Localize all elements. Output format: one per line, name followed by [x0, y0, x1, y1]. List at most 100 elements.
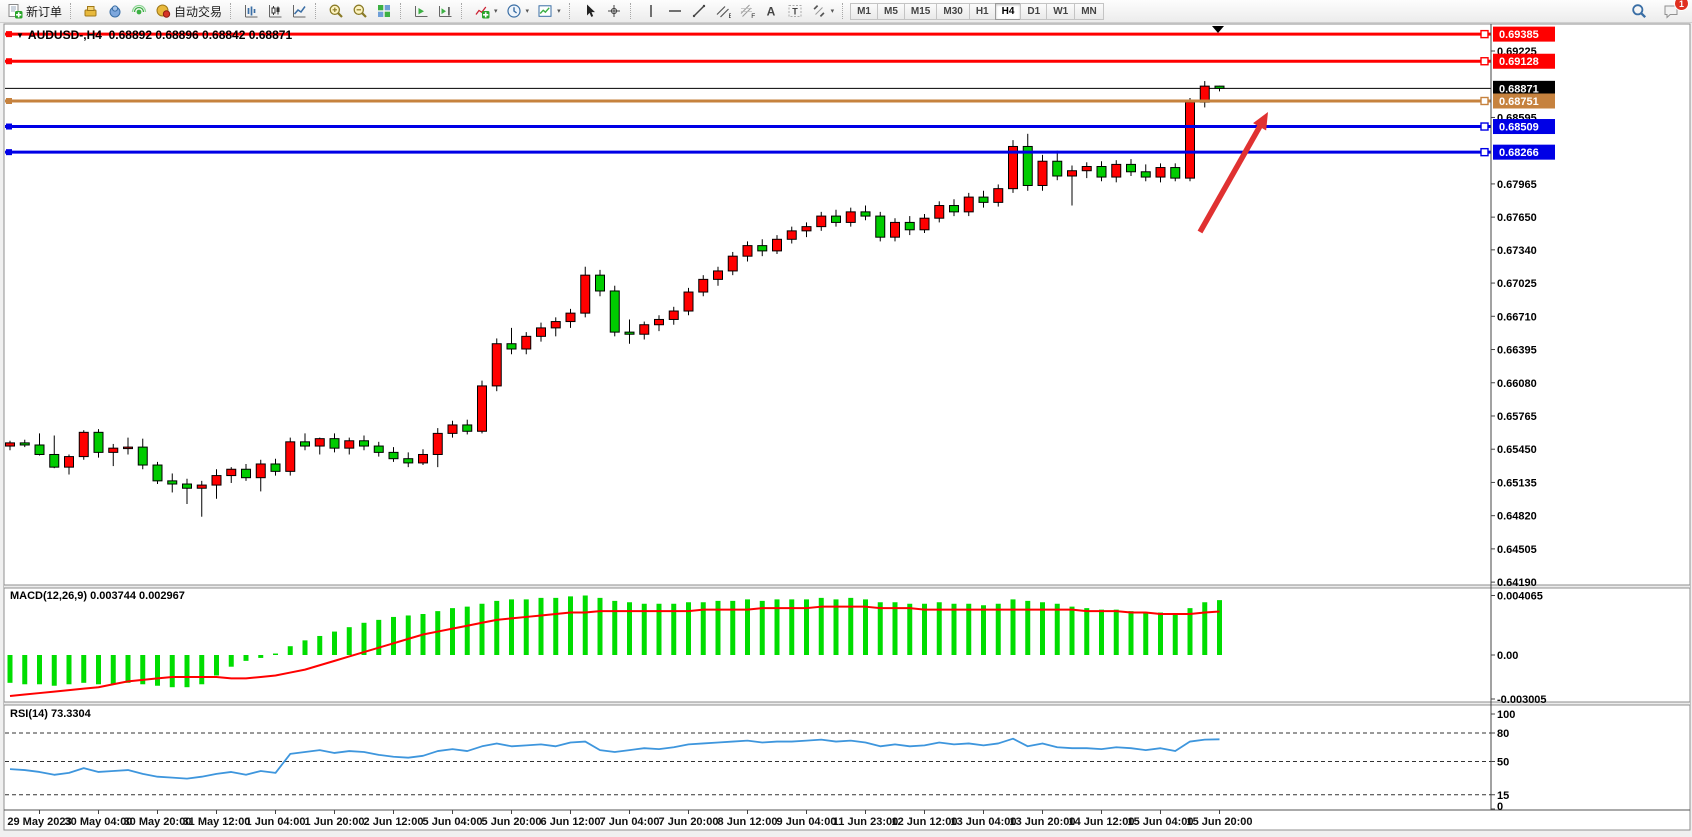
- chart-shift-icon: [437, 3, 453, 19]
- candle: [994, 189, 1003, 203]
- toolbar-publisher-button[interactable]: [103, 0, 127, 22]
- toolbar-separator: [569, 3, 574, 19]
- indicators-icon: [474, 3, 490, 19]
- chart-symbol-title[interactable]: ▼AUDUSD-,H4 0.68892 0.68896 0.68842 0.68…: [16, 28, 292, 42]
- line-handle[interactable]: [1481, 98, 1488, 105]
- candle: [109, 448, 118, 452]
- price-tick-label: 0.67965: [1497, 179, 1537, 191]
- timeframe-w1-button[interactable]: W1: [1046, 3, 1075, 20]
- line-handle[interactable]: [6, 98, 12, 104]
- timeframe-m15-button[interactable]: M15: [904, 3, 937, 20]
- candle: [20, 443, 29, 445]
- toolbar-crosshair-button[interactable]: [602, 0, 626, 22]
- toolbar-horizontal-line-button[interactable]: [663, 0, 687, 22]
- line-handle[interactable]: [6, 31, 12, 37]
- time-tick-label: 11 Jun 23:00: [833, 816, 898, 828]
- line-handle[interactable]: [6, 58, 12, 64]
- candle: [242, 469, 251, 477]
- chart-window: [4, 24, 1690, 830]
- templates-icon: [537, 3, 553, 19]
- chart-canvas[interactable]: 0.692250.685950.679650.676500.673400.670…: [0, 0, 1692, 837]
- search-button[interactable]: [1627, 0, 1651, 22]
- toolbar-line-chart-button[interactable]: [287, 0, 311, 22]
- time-tick-label: 15 Jun 04:00: [1127, 816, 1193, 828]
- rsi-tick-label: 50: [1497, 757, 1509, 769]
- rsi-tick-label: 100: [1497, 709, 1515, 721]
- toolbar-vertical-line-button[interactable]: [639, 0, 663, 22]
- price-badge-label: 0.68266: [1499, 147, 1539, 159]
- toolbar-bars-chart-button[interactable]: [239, 0, 263, 22]
- candle: [419, 454, 428, 462]
- candle: [478, 386, 487, 431]
- toolbar-text-button[interactable]: A: [759, 0, 783, 22]
- chat-button[interactable]: 1: [1659, 0, 1683, 22]
- toolbar-zoom-out-button[interactable]: [348, 0, 372, 22]
- toolbar-cursor-button[interactable]: [578, 0, 602, 22]
- zoom-in-icon: [328, 3, 344, 19]
- toolbar-candles-chart-button[interactable]: [263, 0, 287, 22]
- toolbar-chart-shift-button[interactable]: [433, 0, 457, 22]
- timeframe-m1-button[interactable]: M1: [850, 3, 878, 20]
- time-tick-label: 5 Jun 04:00: [423, 816, 483, 828]
- vline-icon: [643, 3, 659, 19]
- toolbar-fibonacci-button[interactable]: F: [735, 0, 759, 22]
- toolbar-auto-trading-button[interactable]: 自动交易: [151, 0, 226, 22]
- candle: [551, 322, 560, 328]
- toolbar-text-label-button[interactable]: T: [783, 0, 807, 22]
- candle: [566, 313, 575, 321]
- toolbar-auto-trading-label: 自动交易: [174, 3, 222, 20]
- timeframe-mn-button[interactable]: MN: [1074, 3, 1104, 20]
- auto-scroll-icon: [413, 3, 429, 19]
- candle: [773, 239, 782, 251]
- line-handle[interactable]: [6, 149, 12, 155]
- timeframe-d1-button[interactable]: D1: [1020, 3, 1047, 20]
- candle: [669, 311, 678, 319]
- toolbar-signals-button[interactable]: [127, 0, 151, 22]
- candle: [360, 441, 369, 446]
- timeframe-h1-button[interactable]: H1: [969, 3, 996, 20]
- candle: [50, 454, 59, 467]
- svg-text:A: A: [766, 5, 775, 19]
- time-tick-label: 7 Jun 04:00: [600, 816, 660, 828]
- new-order-icon: [7, 3, 23, 19]
- candle: [787, 231, 796, 239]
- timeframe-m5-button[interactable]: M5: [877, 3, 905, 20]
- price-tick-label: 0.66710: [1497, 311, 1537, 323]
- hline-icon: [667, 3, 683, 19]
- toolbar-indicators-button[interactable]: ▾: [470, 0, 502, 22]
- candle: [183, 484, 192, 488]
- time-tick-label: 7 Jun 20:00: [659, 816, 719, 828]
- tile-icon: [376, 3, 392, 19]
- toolbar-arrows-button[interactable]: ▾: [807, 0, 839, 22]
- candle: [905, 222, 914, 229]
- toolbar-new-order-button[interactable]: 新订单: [3, 0, 66, 22]
- toolbar-market-watch-button[interactable]: [79, 0, 103, 22]
- price-tick-label: 0.65450: [1497, 444, 1537, 456]
- toolbar-zoom-in-button[interactable]: [324, 0, 348, 22]
- timeframe-m30-button[interactable]: M30: [936, 3, 969, 20]
- timeframe-h4-button[interactable]: H4: [995, 3, 1022, 20]
- candle: [802, 227, 811, 231]
- candle: [286, 442, 295, 472]
- candle: [138, 447, 147, 465]
- line-handle[interactable]: [1481, 123, 1488, 130]
- time-tick-label: 1 Jun 04:00: [246, 816, 306, 828]
- line-handle[interactable]: [1481, 31, 1488, 38]
- toolbar-templates-button[interactable]: ▾: [533, 0, 565, 22]
- periods-icon: [506, 3, 522, 19]
- line-handle[interactable]: [1481, 149, 1488, 156]
- candle: [1156, 168, 1165, 177]
- toolbar-tile-windows-button[interactable]: [372, 0, 396, 22]
- line-handle[interactable]: [6, 124, 12, 130]
- symbol-dropdown-icon[interactable]: ▼: [16, 31, 24, 40]
- candle: [891, 222, 900, 237]
- line-handle[interactable]: [1481, 58, 1488, 65]
- toolbar-periods-button[interactable]: ▾: [502, 0, 534, 22]
- toolbar-equidistant-channel-button[interactable]: E: [711, 0, 735, 22]
- price-tick-label: 0.64190: [1497, 577, 1537, 589]
- candle: [448, 425, 457, 433]
- candle: [6, 443, 15, 446]
- toolbar-auto-scroll-button[interactable]: [409, 0, 433, 22]
- zoom-out-icon: [352, 3, 368, 19]
- toolbar-trend-line-button[interactable]: [687, 0, 711, 22]
